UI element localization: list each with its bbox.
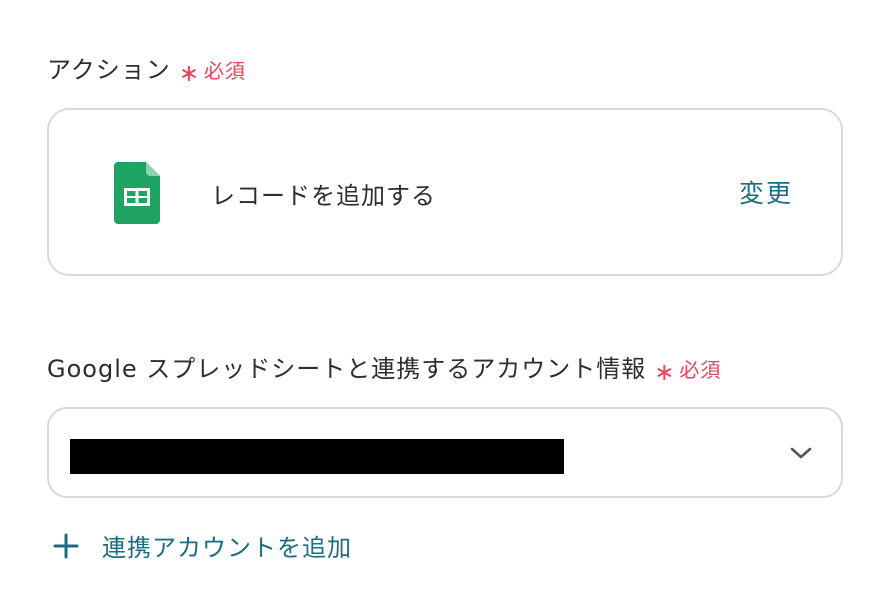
add-account-label: 連携アカウントを追加 [102, 534, 352, 562]
google-sheets-icon [114, 162, 160, 224]
action-label-text: アクション [47, 56, 171, 84]
action-field-label: アクション ∗ 必須 [47, 50, 246, 87]
required-asterisk: ∗ [178, 59, 200, 87]
action-card: レコードを追加する 変更 [47, 108, 843, 276]
chevron-down-icon [790, 447, 812, 459]
account-select-dropdown[interactable] [47, 407, 843, 498]
account-field-label: Google スプレッドシートと連携するアカウント情報 ∗ 必須 [47, 349, 722, 386]
required-badge: 必須 [679, 358, 722, 382]
add-linked-account-button[interactable]: 連携アカウントを追加 [52, 528, 352, 563]
action-settings-form: アクション ∗ 必須 レコードを追加する 変更 Google スプレッドシートと… [0, 0, 882, 598]
redacted-account-value [70, 439, 564, 474]
plus-icon [53, 533, 79, 558]
action-name: レコードを追加する [211, 182, 436, 210]
required-asterisk: ∗ [654, 358, 676, 386]
required-badge: 必須 [203, 59, 246, 83]
account-label-text: Google スプレッドシートと連携するアカウント情報 [47, 355, 647, 383]
change-action-link[interactable]: 変更 [739, 174, 793, 210]
